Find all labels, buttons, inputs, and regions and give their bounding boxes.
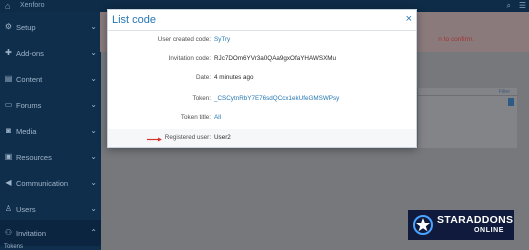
alert-text: n to confirm. xyxy=(438,36,474,43)
sidebar-subitem-tokens[interactable]: Tokens xyxy=(4,244,23,250)
info-row-user-created-code: User created code: SyTry xyxy=(108,31,416,49)
row-value: User2 xyxy=(214,134,231,141)
sidebar-item-users[interactable]: ♙ Users ⌄ xyxy=(0,196,101,222)
sidebar-item-addons[interactable]: ✚ Add-ons ⌄ xyxy=(0,40,101,66)
panel-header: Filter xyxy=(418,88,518,96)
sidebar-item-label: Users xyxy=(16,205,36,214)
sidebar-item-label: Resources xyxy=(16,153,52,162)
row-value[interactable]: All xyxy=(214,114,221,121)
row-label: Date: xyxy=(195,74,211,81)
user-icon[interactable]: ☰ xyxy=(519,1,526,10)
row-value[interactable]: SyTry xyxy=(214,36,230,43)
sidebar-item-media[interactable]: ◙ Media ⌄ xyxy=(0,118,101,144)
document-icon: ▤ xyxy=(4,74,13,83)
chevron-down-icon: ⌄ xyxy=(90,178,97,187)
sidebar-item-label: Content xyxy=(16,75,43,84)
chevron-up-icon: ⌃ xyxy=(90,228,97,237)
sidebar-item-label: Media xyxy=(16,127,37,136)
row-value: RJc7DOm6YVr3a0QAa9gxOfaYHAWSXMu xyxy=(214,55,337,62)
row-label: Registered user: xyxy=(164,134,211,141)
sidebar-item-label: Invitation xyxy=(16,229,47,238)
sidebar-item-label: Communication xyxy=(16,179,69,188)
sidebar-item-invitation[interactable]: ⚇ Invitation ⌃ xyxy=(0,220,101,246)
info-row-token-title: Token title: All xyxy=(108,109,416,127)
logo-text-primary: STARADDONS xyxy=(437,214,514,226)
chevron-down-icon: ⌄ xyxy=(90,100,97,109)
chevron-down-icon: ⌄ xyxy=(90,22,97,31)
chevron-down-icon: ⌄ xyxy=(90,126,97,135)
chevron-down-icon: ⌄ xyxy=(90,48,97,57)
gear-icon: ⚙ xyxy=(4,22,13,31)
search-icon[interactable]: ⌕ xyxy=(507,1,511,11)
chevron-down-icon: ⌄ xyxy=(90,74,97,83)
row-label: Token: xyxy=(192,95,211,102)
sidebar-item-content[interactable]: ▤ Content ⌄ xyxy=(0,66,101,92)
list-panel: Filter xyxy=(417,88,518,148)
invite-icon: ⚇ xyxy=(4,228,13,237)
sidebar-item-label: Forums xyxy=(16,101,42,110)
chat-icon: ▭ xyxy=(4,100,13,109)
star-globe-icon xyxy=(413,215,433,235)
info-row-registered-user: Registered user: User2 xyxy=(108,129,416,147)
red-arrow-icon xyxy=(147,137,162,142)
sidebar-item-label: Setup xyxy=(16,23,36,32)
info-row-invitation-code: Invitation code: RJc7DOm6YVr3a0QAa9gxOfa… xyxy=(108,50,416,68)
modal-body: User created code: SyTry Invitation code… xyxy=(108,31,416,147)
row-value[interactable]: _CSCytnRbY7E76sdQCcx1ekUfeGMSWPsy xyxy=(214,95,339,102)
close-icon[interactable]: × xyxy=(406,13,412,25)
row-label: Invitation code: xyxy=(168,55,211,62)
info-row-date: Date: 4 minutes ago xyxy=(108,69,416,87)
megaphone-icon: ◀ xyxy=(5,178,12,187)
staraddons-logo: STARADDONS ONLINE xyxy=(408,210,514,240)
row-label: Token title: xyxy=(180,114,211,121)
sidebar-item-label: Add-ons xyxy=(16,49,44,58)
list-code-modal: List code × User created code: SyTry Inv… xyxy=(107,9,417,148)
chevron-down-icon: ⌄ xyxy=(90,204,97,213)
sidebar-item-setup[interactable]: ⚙ Setup ⌄ xyxy=(0,14,101,40)
sidebar: ⚙ Setup ⌄ ✚ Add-ons ⌄ ▤ Content ⌄ ▭ Foru… xyxy=(0,12,101,250)
puzzle-icon: ✚ xyxy=(5,48,12,57)
filter-label[interactable]: Filter xyxy=(499,89,510,95)
trash-icon[interactable] xyxy=(508,98,514,106)
sidebar-item-communication[interactable]: ◀ Communication ⌄ xyxy=(0,170,101,196)
row-value: 4 minutes ago xyxy=(214,74,254,81)
row-label: User created code: xyxy=(157,36,211,43)
sidebar-item-resources[interactable]: ▣ Resources ⌄ xyxy=(0,144,101,170)
chevron-down-icon: ⌄ xyxy=(90,152,97,161)
info-row-token: Token: _CSCytnRbY7E76sdQCcx1ekUfeGMSWPsy xyxy=(108,90,416,108)
modal-title: List code xyxy=(112,14,157,26)
logo-text-secondary: ONLINE xyxy=(474,227,505,234)
home-icon[interactable]: ⌂ xyxy=(5,1,10,11)
sidebar-item-forums[interactable]: ▭ Forums ⌄ xyxy=(0,92,101,118)
camera-icon: ◙ xyxy=(6,126,11,135)
brand-label[interactable]: Xenforo xyxy=(20,2,45,9)
user-icon: ♙ xyxy=(4,204,13,213)
box-icon: ▣ xyxy=(4,152,13,161)
modal-header: List code × xyxy=(108,10,416,31)
